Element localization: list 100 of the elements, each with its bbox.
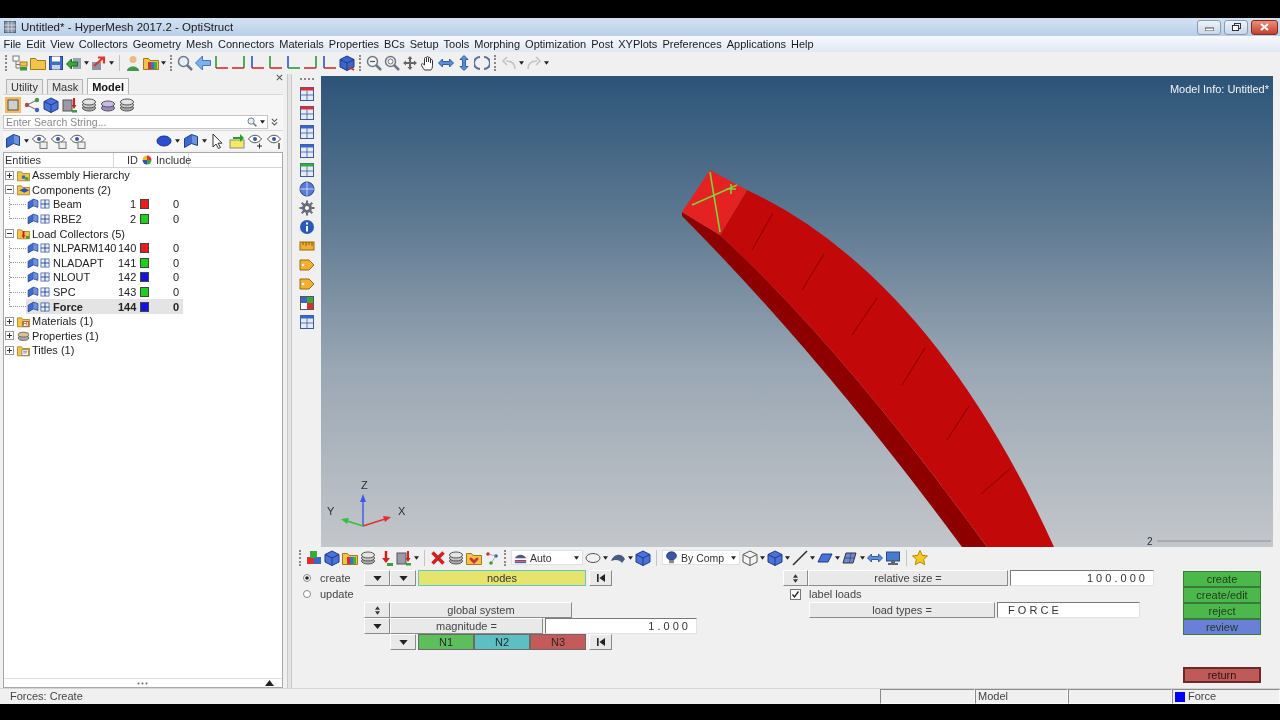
- load-icon[interactable]: [62, 96, 78, 113]
- hierarchy-icon[interactable]: [12, 55, 28, 71]
- zoom-icon[interactable]: [177, 55, 193, 71]
- radio-option[interactable]: create: [303, 570, 364, 586]
- cube-icon[interactable]: [635, 549, 651, 566]
- direction-button[interactable]: N2: [474, 634, 530, 650]
- window-icon[interactable]: [298, 162, 315, 178]
- expand-icon[interactable]: [5, 170, 14, 180]
- menu-item[interactable]: File: [1, 38, 24, 50]
- switch-button[interactable]: [390, 570, 416, 586]
- display-mode-dropdown[interactable]: Auto: [511, 550, 583, 565]
- browser-tab[interactable]: Mask: [46, 79, 84, 94]
- close-button[interactable]: [1251, 19, 1278, 35]
- direction-button[interactable]: N3: [530, 634, 586, 650]
- return-button[interactable]: return: [1183, 667, 1261, 683]
- menu-item[interactable]: Collectors: [76, 38, 131, 50]
- relative-size-field[interactable]: 1 0 0 . 0 0 0: [1010, 570, 1154, 586]
- browser-tab[interactable]: Utility: [6, 79, 43, 94]
- menu-item[interactable]: Help: [788, 38, 817, 50]
- cube-icon[interactable]: [43, 96, 59, 113]
- radio-option[interactable]: update: [303, 586, 364, 602]
- cube-icon[interactable]: [339, 55, 355, 71]
- relative-size-button[interactable]: relative size =: [808, 570, 1008, 586]
- caret-icon[interactable]: [519, 61, 524, 65]
- magnitude-field[interactable]: 1 . 0 0 0: [545, 618, 697, 634]
- menu-item[interactable]: Preferences: [659, 38, 725, 50]
- tree-item[interactable]: NLOUT 142 0: [26, 270, 183, 285]
- magnitude-button[interactable]: magnitude =: [390, 618, 543, 634]
- triangle-up-icon[interactable]: [265, 680, 274, 686]
- line-icon[interactable]: [792, 549, 808, 566]
- caret-icon[interactable]: [24, 138, 29, 143]
- axis-view-icon[interactable]: [267, 55, 283, 71]
- menu-item[interactable]: Properties: [326, 38, 382, 50]
- switch-button[interactable]: [364, 618, 390, 634]
- radio-icon[interactable]: [303, 590, 311, 598]
- menu-item[interactable]: Post: [588, 38, 616, 50]
- connected-dots-icon[interactable]: [484, 549, 500, 566]
- plate-icon[interactable]: [183, 132, 199, 149]
- tree-folder[interactable]: Load Collectors (5): [32, 227, 125, 240]
- window-icon[interactable]: [298, 105, 315, 121]
- pan-icon[interactable]: [402, 55, 418, 71]
- grid-icon[interactable]: [298, 295, 315, 311]
- axis-view-icon[interactable]: [231, 55, 247, 71]
- window-icon[interactable]: [298, 86, 315, 102]
- action-button[interactable]: create/edit: [1183, 587, 1261, 603]
- eye-icon[interactable]: [267, 132, 283, 149]
- star-icon[interactable]: [912, 549, 928, 566]
- save-icon[interactable]: [48, 55, 64, 71]
- menu-item[interactable]: BCs: [381, 38, 408, 50]
- menu-item[interactable]: Connectors: [215, 38, 277, 50]
- browser-tab[interactable]: Model: [87, 78, 129, 94]
- tree-item[interactable]: RBE2 2 0: [26, 211, 183, 227]
- search-field[interactable]: Enter Search String...: [3, 115, 268, 129]
- back-arrow-icon[interactable]: [195, 55, 211, 71]
- caret-icon[interactable]: [760, 555, 765, 560]
- entity-selector[interactable]: nodes: [418, 570, 586, 586]
- stack-icon[interactable]: [360, 549, 376, 566]
- action-button[interactable]: create: [1183, 571, 1261, 587]
- action-button[interactable]: reject: [1183, 603, 1261, 619]
- axis-view-icon[interactable]: [249, 55, 265, 71]
- menu-item[interactable]: Materials: [276, 38, 327, 50]
- import-icon[interactable]: [66, 55, 82, 71]
- window-icon[interactable]: [298, 124, 315, 140]
- eye-icon[interactable]: [70, 132, 86, 149]
- folder-icon[interactable]: [143, 55, 159, 71]
- direction-button[interactable]: N1: [418, 634, 474, 650]
- window-icon[interactable]: [298, 143, 315, 159]
- chevron-icon[interactable]: [271, 118, 278, 126]
- switch-button[interactable]: [390, 634, 416, 650]
- caret-icon[interactable]: [785, 555, 790, 560]
- tiled-plane-icon[interactable]: [842, 549, 858, 566]
- delete-icon[interactable]: [430, 549, 446, 566]
- network-icon[interactable]: [24, 96, 40, 113]
- expand-icon[interactable]: [5, 316, 14, 326]
- load-types-button[interactable]: load types =: [809, 602, 995, 618]
- tree-folder[interactable]: Materials (1): [32, 315, 94, 328]
- menu-item[interactable]: Mesh: [183, 38, 216, 50]
- axis-view-icon[interactable]: [213, 55, 229, 71]
- eye-icon[interactable]: [248, 132, 264, 149]
- tree-item[interactable]: SPC 143 0: [26, 284, 183, 300]
- caret-icon[interactable]: [810, 555, 815, 560]
- caret-icon[interactable]: [202, 138, 207, 143]
- color-mode-dropdown[interactable]: By Comp: [662, 550, 740, 565]
- sphere-icon[interactable]: [156, 132, 172, 149]
- axis-view-icon[interactable]: [321, 55, 337, 71]
- restore-button[interactable]: [1224, 19, 1248, 35]
- hand-icon[interactable]: [420, 55, 436, 71]
- zoom-out-icon[interactable]: [366, 55, 382, 71]
- menu-item[interactable]: Applications: [724, 38, 789, 50]
- caret-icon[interactable]: [161, 61, 166, 65]
- tree-folder[interactable]: Assembly Hierarchy: [32, 169, 130, 182]
- tree-item[interactable]: NLPARM140 140 0: [26, 240, 183, 256]
- caret-icon[interactable]: [835, 555, 840, 560]
- checkbox-icon[interactable]: [790, 588, 801, 600]
- checkbox-option[interactable]: label loads: [790, 588, 862, 600]
- stack-icon[interactable]: [81, 96, 97, 113]
- radio-icon[interactable]: [303, 574, 311, 582]
- tag-icon[interactable]: [298, 257, 315, 273]
- menu-item[interactable]: View: [47, 38, 77, 50]
- cube-icon[interactable]: [767, 549, 783, 566]
